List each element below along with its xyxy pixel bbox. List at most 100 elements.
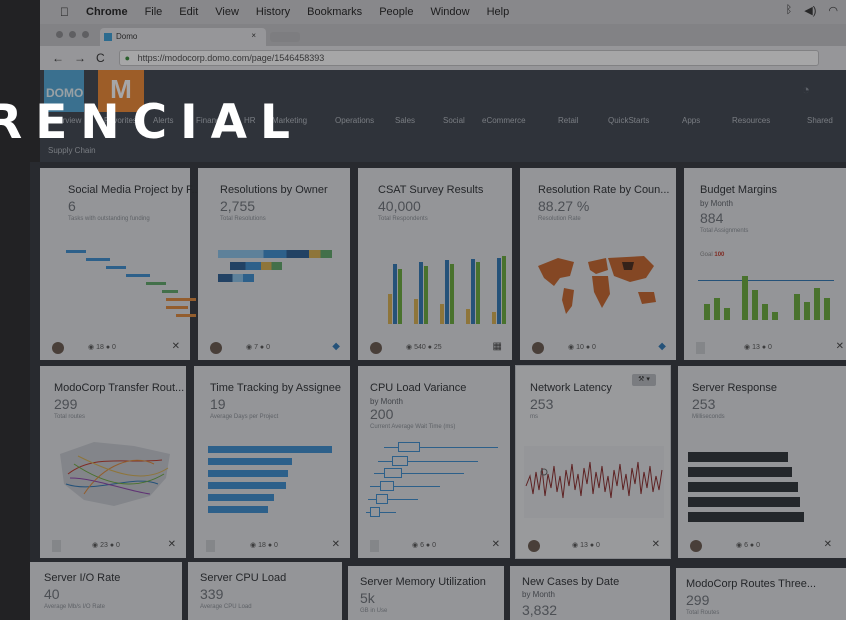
wifi-icon[interactable]: ◠: [828, 4, 838, 17]
views-count: 23: [100, 542, 108, 549]
card-value: 3,832: [522, 602, 558, 618]
back-arrow-icon[interactable]: ←: [52, 51, 64, 65]
views-count: 6: [744, 542, 748, 549]
nav-operations[interactable]: Operations: [335, 116, 374, 125]
avatar[interactable]: [690, 540, 702, 552]
card-time-tracking[interactable]: Time Tracking by Assignee 19 Average Day…: [194, 366, 350, 558]
card-subtitle: by Month: [522, 590, 555, 599]
bar-line-chart: [698, 268, 838, 320]
card-csat-survey-results[interactable]: CSAT Survey Results 40,000 Total Respond…: [358, 168, 512, 360]
comments-count: 0: [768, 344, 772, 351]
card-new-cases-by-date[interactable]: New Cases by Date by Month 3,832: [510, 566, 670, 620]
comments-count: 25: [433, 344, 442, 351]
menu-app-name[interactable]: Chrome: [86, 6, 128, 18]
menu-bookmarks[interactable]: Bookmarks: [307, 6, 362, 18]
menubar-status-area: ᛒ ◀) ◠: [786, 4, 838, 17]
avatar[interactable]: [52, 342, 64, 354]
card-title: Server Memory Utilization: [360, 576, 486, 588]
zoom-window-button[interactable]: [82, 31, 89, 38]
card-caption: Tasks with outstanding funding: [68, 216, 150, 222]
card-footer: ◉ 6 ● 0 ✕: [678, 536, 846, 558]
tab-close-icon[interactable]: ×: [251, 31, 256, 40]
nav-retail[interactable]: Retail: [558, 116, 578, 125]
menu-file[interactable]: File: [145, 6, 163, 18]
card-transfer-routes[interactable]: ModoCorp Transfer Rout... 299 Total rout…: [40, 366, 186, 558]
card-resolution-rate-by-country[interactable]: Resolution Rate by Coun... 88.27 % Resol…: [520, 168, 676, 360]
avatar[interactable]: [52, 540, 61, 552]
eye-icon: ◉: [572, 542, 581, 549]
forward-arrow-icon[interactable]: →: [74, 51, 86, 65]
new-tab-button[interactable]: [270, 32, 300, 42]
card-network-latency[interactable]: Network Latency 253 ms ⚒ ▾ ◉ 13 ● 0 ✕: [515, 365, 671, 559]
chat-icon[interactable]: ◆: [658, 341, 666, 352]
eye-icon: ◉: [250, 542, 259, 549]
nav-shared[interactable]: Shared: [807, 116, 833, 125]
chat-icon[interactable]: ◆: [332, 341, 340, 352]
card-caption: Resolution Rate: [538, 216, 581, 222]
nav-social[interactable]: Social: [443, 116, 465, 125]
avatar[interactable]: [370, 540, 379, 552]
card-stats: ◉ 7 ● 0: [246, 343, 270, 351]
nav-sales[interactable]: Sales: [395, 116, 415, 125]
avatar[interactable]: [532, 342, 544, 354]
card-server-response[interactable]: Server Response 253 Milliseconds ◉ 6 ● 0…: [678, 366, 846, 558]
card-server-cpu-load[interactable]: Server CPU Load 339 Average CPU Load: [188, 562, 342, 620]
collapse-icon[interactable]: ✕: [492, 539, 500, 550]
views-count: 540: [414, 344, 426, 351]
minimize-window-button[interactable]: [69, 31, 76, 38]
world-map: [538, 256, 656, 314]
nav-apps[interactable]: Apps: [682, 116, 700, 125]
apple-icon[interactable]: : [60, 5, 69, 19]
card-routes-three[interactable]: ModoCorp Routes Three... 299 Total Route…: [676, 568, 846, 620]
card-title: CSAT Survey Results: [378, 184, 484, 196]
comments-count: 0: [596, 542, 600, 549]
card-value: 19: [210, 396, 226, 412]
notifications-icon[interactable]: ◔: [802, 82, 810, 97]
card-budget-margins[interactable]: Budget Margins by Month 884 Total Assign…: [684, 168, 846, 360]
avatar[interactable]: [528, 540, 540, 552]
avatar[interactable]: [206, 540, 215, 552]
volume-icon[interactable]: ◀): [804, 4, 816, 17]
nav-ecommerce[interactable]: eCommerce: [482, 116, 526, 125]
eye-icon: ◉: [744, 344, 753, 351]
card-caption: Average CPU Load: [200, 604, 252, 610]
menu-help[interactable]: Help: [487, 6, 510, 18]
address-bar[interactable]: ● https://modocorp.domo.com/page/1546458…: [118, 50, 819, 66]
menu-edit[interactable]: Edit: [179, 6, 198, 18]
nav-quickstarts[interactable]: QuickStarts: [608, 116, 649, 125]
browser-tab[interactable]: Domo ×: [100, 28, 266, 46]
card-caption: Total Respondents: [378, 216, 428, 222]
avatar[interactable]: [210, 342, 222, 354]
collapse-icon[interactable]: ✕: [168, 539, 176, 550]
collapse-icon[interactable]: ✕: [836, 341, 844, 352]
menu-window[interactable]: Window: [430, 6, 469, 18]
card-resolutions-by-owner[interactable]: Resolutions by Owner 2,755 Total Resolut…: [198, 168, 350, 360]
card-server-io-rate[interactable]: Server I/O Rate 40 Average Mb/s I/O Rate: [30, 562, 182, 620]
nav-resources[interactable]: Resources: [732, 116, 770, 125]
bluetooth-icon[interactable]: ᛒ: [786, 4, 793, 17]
avatar[interactable]: [370, 342, 382, 354]
menu-people[interactable]: People: [379, 6, 413, 18]
card-cpu-load-variance[interactable]: CPU Load Variance by Month 200 Current A…: [358, 366, 510, 558]
menu-view[interactable]: View: [215, 6, 239, 18]
avatar[interactable]: [696, 342, 705, 354]
close-window-button[interactable]: [56, 31, 63, 38]
menu-history[interactable]: History: [256, 6, 290, 18]
reload-icon[interactable]: C: [96, 51, 105, 65]
card-title: Resolutions by Owner: [220, 184, 328, 196]
collapse-icon[interactable]: ✕: [332, 539, 340, 550]
card-stats: ◉ 10 ● 0: [568, 343, 596, 351]
card-value: 253: [692, 396, 716, 412]
collapse-icon[interactable]: ✕: [652, 539, 660, 550]
card-title: Server Response: [692, 382, 777, 394]
collapse-icon[interactable]: ✕: [824, 539, 832, 550]
banner-text: RENCIAL: [0, 95, 303, 150]
card-caption: Total routes: [54, 414, 86, 420]
card-social-media-project[interactable]: Social Media Project by F... 6 Tasks wit…: [40, 168, 201, 360]
table-icon[interactable]: ▦: [493, 341, 502, 352]
goal-label-text: Goal: [700, 252, 713, 258]
collapse-icon[interactable]: ✕: [172, 341, 180, 352]
card-server-memory[interactable]: Server Memory Utilization 5k GB in Use: [348, 566, 504, 620]
wrench-icon[interactable]: ⚒ ▾: [632, 374, 656, 386]
goal-value: 100: [714, 252, 725, 258]
